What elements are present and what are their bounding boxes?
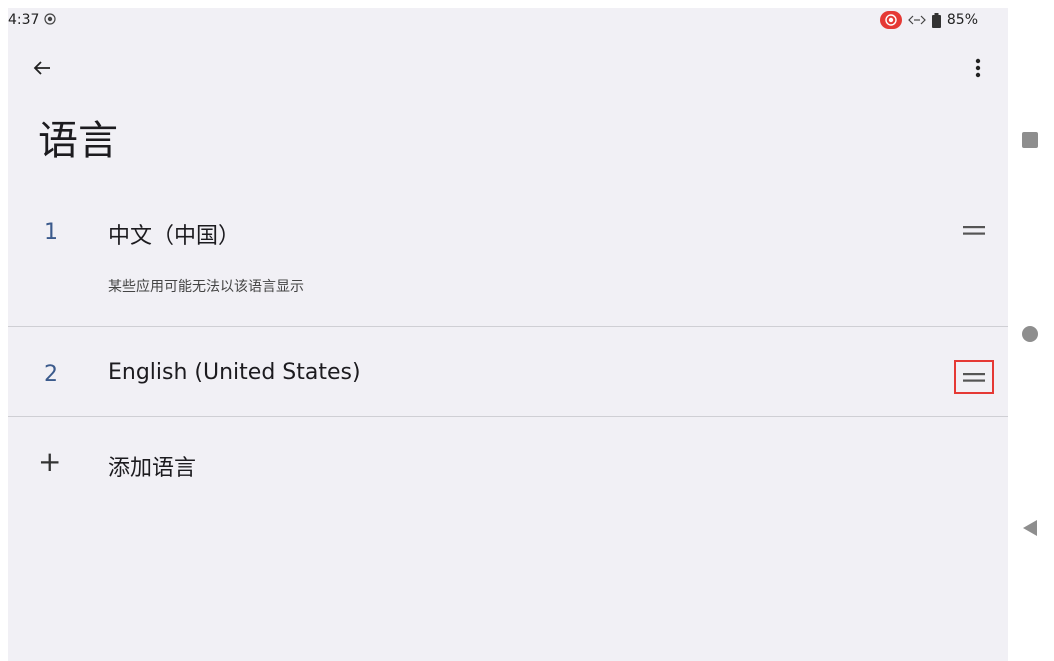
toolbar	[8, 48, 1008, 88]
language-name: English (United States)	[108, 360, 361, 385]
page-title: 语言	[38, 118, 118, 164]
back-triangle-icon	[1023, 520, 1037, 536]
screen-record-icon	[44, 13, 56, 25]
status-time: 4:37	[8, 12, 40, 28]
home-circle-icon	[1022, 326, 1038, 342]
drag-handle-icon	[963, 372, 985, 382]
screen: 4:37 85% 语言 1 中文（中国） 某些应用可能无法以该语言显示 2 En…	[0, 0, 1054, 661]
language-item-1[interactable]: 1 中文（中国） 某些应用可能无法以该语言显示	[8, 208, 1008, 326]
drag-handle-icon	[963, 225, 985, 235]
language-number: 2	[44, 362, 58, 387]
back-button[interactable]	[26, 52, 58, 84]
drag-handle-1[interactable]	[954, 213, 994, 247]
arrow-back-icon	[33, 61, 50, 75]
more-vert-icon	[975, 58, 981, 78]
recording-indicator-icon	[879, 11, 902, 29]
language-item-2[interactable]: 2 English (United States)	[8, 328, 1008, 416]
more-options-button[interactable]	[962, 52, 994, 84]
recents-button[interactable]	[1018, 128, 1042, 152]
nav-back-button[interactable]	[1018, 516, 1042, 540]
recents-square-icon	[1022, 132, 1038, 148]
battery-percent: 85%	[946, 12, 978, 28]
add-icon: +	[38, 445, 62, 478]
settings-app: 4:37 85% 语言 1 中文（中国） 某些应用可能无法以该语言显示 2 En…	[8, 8, 1008, 661]
status-bar: 4:37 85%	[8, 8, 1008, 36]
add-language-button[interactable]: + 添加语言	[8, 436, 1008, 496]
language-warning: 某些应用可能无法以该语言显示	[108, 279, 304, 295]
navigation-bar	[1008, 0, 1054, 661]
add-language-label: 添加语言	[108, 456, 197, 481]
drag-handle-2[interactable]	[954, 360, 994, 394]
divider	[8, 326, 1008, 327]
data-sync-icon	[908, 15, 926, 25]
home-button[interactable]	[1018, 322, 1042, 346]
battery-icon	[931, 12, 941, 28]
language-name: 中文（中国）	[108, 224, 241, 249]
status-icons: 85%	[879, 11, 978, 29]
divider	[8, 416, 1008, 417]
language-number: 1	[44, 220, 58, 245]
